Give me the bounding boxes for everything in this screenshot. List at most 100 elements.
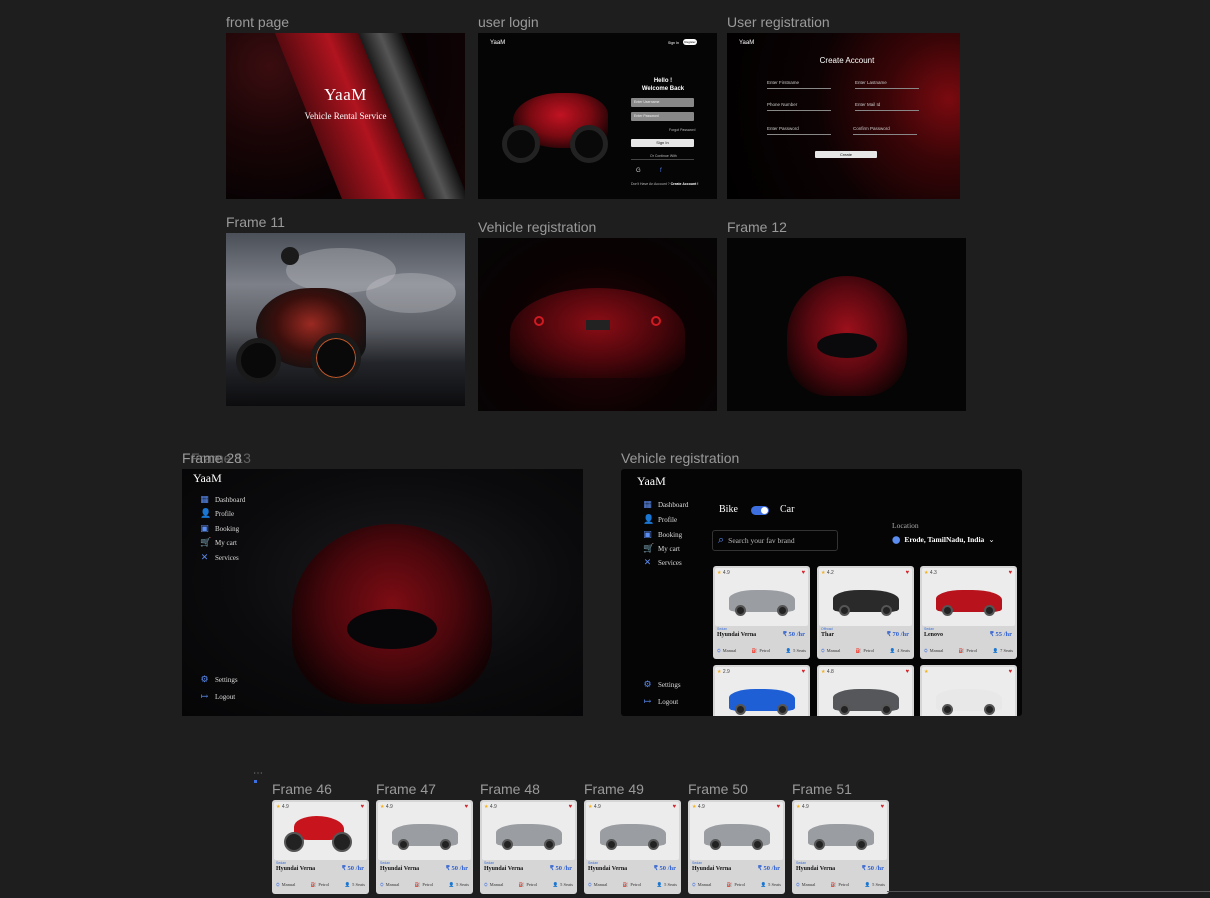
nav-register-button[interactable]: Register [683, 39, 697, 45]
vehicle-card[interactable]: ★ 4.9 ♥ Sedan Hyundai Verna ₹ 50 /hr ⛭ Manual ⛽… [584, 800, 681, 894]
sidebar-item-dashboard[interactable]: ▦ Dashboard [643, 500, 688, 509]
user-login-frame[interactable]: YaaM Sign In Register Hello ! Welcome Bac… [478, 33, 717, 199]
frame-label-overlap-b[interactable]: Frame 13 [191, 450, 251, 466]
cart-icon: 🛒 [200, 537, 212, 547]
vehicle-card[interactable]: ★ 4.9 ♥ Sedan Hyundai Verna ₹ 50 /hr ⛭ Manual ⛽… [480, 800, 577, 894]
email-field[interactable]: Enter Mail Id [855, 102, 919, 111]
rating-value: 4.2 [826, 570, 834, 576]
frame-11[interactable] [226, 233, 465, 406]
vehicle-card[interactable]: ★ ♥ [920, 665, 1017, 716]
bike-car-toggle[interactable] [751, 506, 769, 515]
heart-icon[interactable]: ♥ [1008, 570, 1012, 576]
wheel [942, 704, 953, 715]
more-icon[interactable]: ⋯ [253, 768, 263, 779]
heart-icon[interactable]: ♥ [776, 804, 780, 810]
frame-label-frame-11[interactable]: Frame 11 [226, 214, 285, 230]
vehicle-registration-frame[interactable] [478, 238, 717, 411]
star-icon: ★ [821, 570, 826, 576]
sidebar-item-profile[interactable]: 👤 Profile [200, 509, 234, 518]
heart-icon[interactable]: ♥ [464, 804, 468, 810]
frame-label-small[interactable]: Frame 49 [584, 781, 644, 797]
sidebar-item-dashboard[interactable]: ▦ Dashboard [200, 495, 245, 504]
front-page-frame[interactable]: YaaM Vehicle Rental Service [226, 33, 465, 199]
vehicle-card[interactable]: ★ 4.9 ♥ Sedan Hyundai Verna ₹ 50 /hr ⛭ Manual ⛽… [688, 800, 785, 894]
dashboard-frame[interactable]: YaaM ▦ Dashboard 👤 Profile ▣ Booking 🛒 My ca… [182, 469, 583, 716]
sidebar-item-settings[interactable]: ⚙ Settings [200, 675, 237, 684]
create-account-link[interactable]: Create Account ! [671, 182, 699, 186]
nav-signin-link[interactable]: Sign In [668, 41, 679, 45]
password-input[interactable]: Enter Password [631, 112, 694, 121]
heart-icon[interactable]: ♥ [568, 804, 572, 810]
frame-label-small[interactable]: Frame 46 [272, 781, 332, 797]
spec-value: Manual [697, 882, 712, 887]
vehicle-card[interactable]: ★ 2.9 ♥ [713, 665, 810, 716]
vehicle-name: Thar [821, 632, 835, 638]
frame-label-small[interactable]: Frame 47 [376, 781, 436, 797]
sidebar-item-my-cart[interactable]: 🛒 My cart [200, 538, 237, 547]
frame-label-vehicle-registration-2[interactable]: Vehicle registration [621, 450, 739, 466]
vehicle-card[interactable]: ★ 4.9 ♥ Sedan Hyundai Verna ₹ 50 /hr ⛭ Manual ⛽… [792, 800, 889, 894]
search-input[interactable]: ⌕ Search your fav brand [712, 530, 838, 551]
heart-icon[interactable]: ♥ [672, 804, 676, 810]
sidebar-item-settings[interactable]: ⚙ Settings [643, 680, 680, 689]
vehicle-card[interactable]: ★ 4.2 ♥ Offroad Thar ₹ 70 /hr ⛭ Manual ⛽ Petrol 👤… [817, 566, 914, 659]
vehicle-card[interactable]: ★ 4.9 ♥ Sedan Hyundai Verna ₹ 50 /hr ⛭ Manual ⛽… [713, 566, 810, 659]
user-registration-frame[interactable]: YaaM Create Account Enter Firstname Ente… [727, 33, 960, 199]
heart-icon[interactable]: ♥ [801, 570, 805, 576]
heart-icon[interactable]: ♥ [1008, 669, 1012, 675]
fuel-icon: ⛽ [414, 882, 421, 887]
firstname-field[interactable]: Enter Firstname [767, 80, 831, 89]
phone-field[interactable]: Phone Number [767, 102, 831, 111]
heart-icon[interactable]: ♥ [905, 570, 909, 576]
vehicle-price: ₹ 50 /hr [757, 865, 780, 872]
sidebar-item-my-cart[interactable]: 🛒 My cart [643, 544, 680, 553]
forgot-password-link[interactable]: Forgot Password [669, 128, 695, 132]
frame-label-user-login[interactable]: user login [478, 14, 539, 30]
sidebar-item-services[interactable]: ✕ Services [643, 558, 682, 567]
vehicle-card[interactable]: ★ 4.8 ♥ [817, 665, 914, 716]
vehicle-image [715, 568, 808, 626]
create-button[interactable]: Create [815, 151, 877, 158]
toggle-label-bike[interactable]: Bike [719, 504, 738, 515]
heart-icon[interactable]: ♥ [360, 804, 364, 810]
frame-label-small[interactable]: Frame 48 [480, 781, 540, 797]
spec-value: Petrol [422, 882, 434, 887]
heart-icon[interactable]: ♥ [880, 804, 884, 810]
vehicle-name: Hyundai Verna [588, 866, 628, 872]
frame-label-small[interactable]: Frame 50 [688, 781, 748, 797]
vehicle-listing-frame[interactable]: YaaM ▦ Dashboard 👤 Profile ▣ Booking 🛒 My ca… [621, 469, 1022, 716]
sidebar-item-booking[interactable]: ▣ Booking [643, 530, 682, 539]
vehicle-card[interactable]: ★ 4.9 ♥ Sedan Hyundai Verna ₹ 50 /hr ⛭ Manual ⛽… [272, 800, 369, 894]
google-icon[interactable]: G [636, 168, 641, 174]
gear-icon: ⛭ [924, 648, 928, 653]
toggle-label-car[interactable]: Car [780, 504, 794, 515]
sidebar-item-logout[interactable]: ↦ Logout [643, 697, 679, 706]
heart-icon[interactable]: ♥ [905, 669, 909, 675]
spec-gear: ⛭ Manual [924, 648, 943, 654]
vehicle-price: ₹ 50 /hr [782, 631, 805, 638]
sidebar-item-logout[interactable]: ↦ Logout [200, 692, 236, 701]
username-input[interactable]: Enter Username [631, 98, 694, 107]
location-selector[interactable]: ⬤ Erode, TamilNadu, India ⌄ [892, 535, 995, 544]
lastname-field[interactable]: Enter Lastname [855, 80, 919, 89]
seat-icon: 👤 [785, 648, 792, 653]
vehicle-card[interactable]: ★ 4.9 ♥ Sedan Hyundai Verna ₹ 50 /hr ⛭ Manual ⛽… [376, 800, 473, 894]
heart-icon[interactable]: ♥ [801, 669, 805, 675]
signin-button[interactable]: Sign In [631, 139, 694, 147]
frame-label-frame-12[interactable]: Frame 12 [727, 219, 787, 235]
sidebar-item-services[interactable]: ✕ Services [200, 553, 239, 562]
spec-value: 5 Seats [352, 882, 365, 887]
password-field[interactable]: Enter Password [767, 126, 831, 135]
sidebar-item-profile[interactable]: 👤 Profile [643, 515, 677, 524]
confirm-password-field[interactable]: Confirm Password [853, 126, 917, 135]
vehicle-category: Sedan [796, 861, 807, 865]
vehicle-card[interactable]: ★ 4.3 ♥ Sedan Lenovo ₹ 55 /hr ⛭ Manual ⛽ Petrol 👤… [920, 566, 1017, 659]
sidebar-item-booking[interactable]: ▣ Booking [200, 524, 239, 533]
frame-label-front-page[interactable]: front page [226, 14, 289, 30]
frame-label-vehicle-registration[interactable]: Vehicle registration [478, 219, 596, 235]
frame-label-user-registration[interactable]: User registration [727, 14, 830, 30]
frame-12[interactable] [727, 238, 966, 411]
facebook-icon[interactable]: f [660, 168, 662, 174]
frame-label-small[interactable]: Frame 51 [792, 781, 852, 797]
spec-value: Petrol [838, 882, 850, 887]
